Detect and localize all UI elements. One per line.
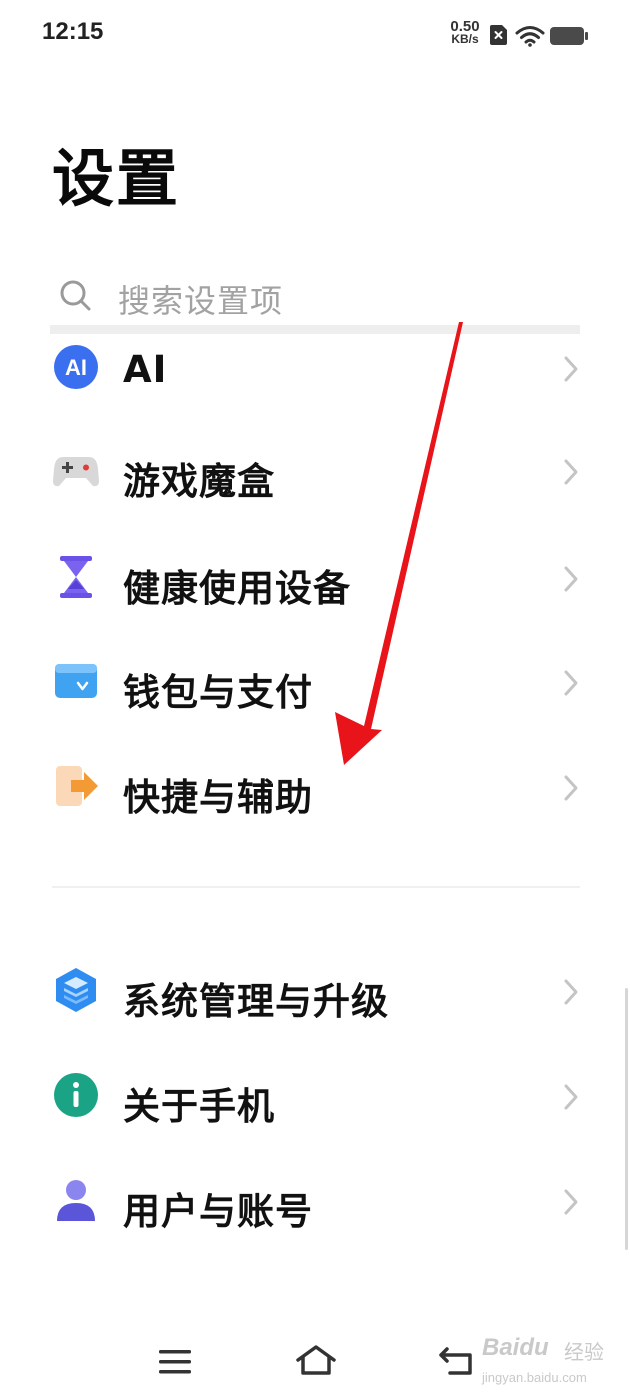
system-layers-icon xyxy=(56,968,96,1012)
watermark-cn: 经验 xyxy=(564,1340,604,1364)
chevron-right-icon xyxy=(564,979,578,1005)
scrollbar[interactable] xyxy=(625,988,628,1250)
chevron-right-icon xyxy=(564,1084,578,1110)
settings-item-users-accounts[interactable]: 用户与账号 xyxy=(0,1155,630,1245)
watermark-url: jingyan.baidu.com xyxy=(482,1370,587,1385)
menu-icon[interactable] xyxy=(158,1348,192,1376)
settings-item-label: 用户与账号 xyxy=(123,1190,313,1233)
chevron-right-icon xyxy=(564,1189,578,1215)
section-divider xyxy=(52,886,580,888)
info-icon xyxy=(54,1073,98,1117)
settings-item-label: 系统管理与升级 xyxy=(123,980,389,1023)
settings-item-about-phone[interactable]: 关于手机 xyxy=(0,1050,630,1140)
annotation-arrow xyxy=(335,322,463,765)
baidu-jingyan-watermark: Baidu 经验 jingyan.baidu.com xyxy=(482,1330,622,1390)
home-icon[interactable] xyxy=(295,1344,337,1376)
watermark-brand: Baidu xyxy=(482,1334,549,1361)
settings-item-label: 关于手机 xyxy=(123,1085,275,1128)
user-icon xyxy=(57,1180,95,1221)
back-icon[interactable] xyxy=(438,1346,474,1376)
settings-item-system-management[interactable]: 系统管理与升级 xyxy=(0,945,630,1035)
